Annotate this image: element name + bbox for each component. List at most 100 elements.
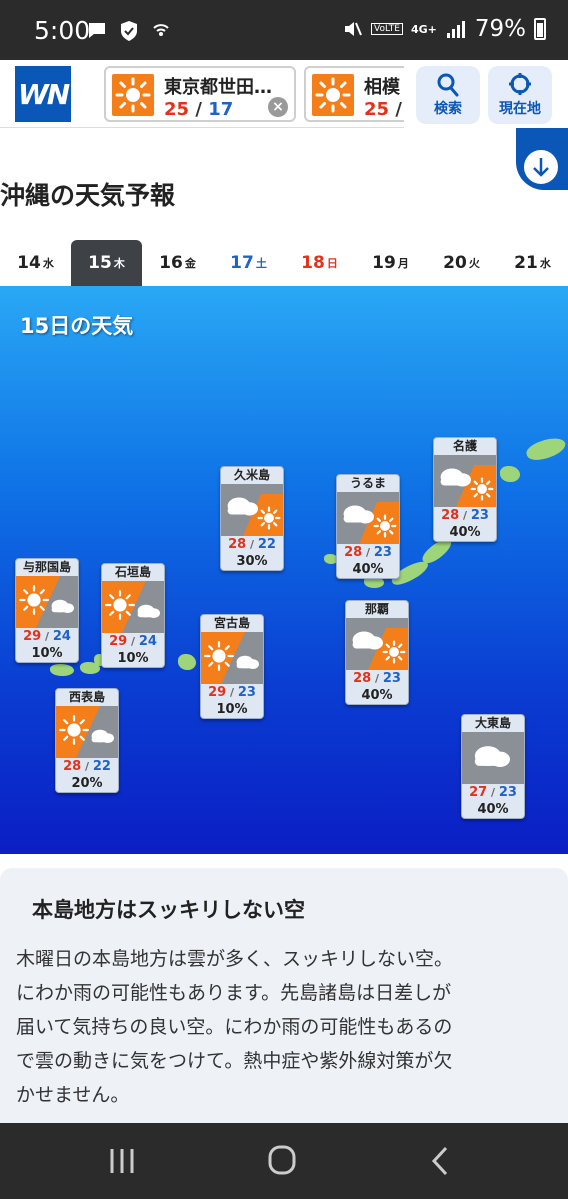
location-temp: 25 / 17 bbox=[164, 99, 234, 120]
tab-day-14[interactable]: 14 水 bbox=[0, 240, 71, 286]
city-name: 与那国島 bbox=[22, 560, 71, 574]
search-button[interactable]: 検索 bbox=[416, 66, 480, 124]
sunny-then-cloudy-icon bbox=[56, 706, 118, 758]
city-low: 22 bbox=[92, 759, 111, 774]
summary-line: で雲の動きに気をつけて。熱中症や紫外線対策が欠 bbox=[16, 1050, 453, 1072]
tab-day-20[interactable]: 20 火 bbox=[426, 240, 497, 286]
island-shape bbox=[500, 466, 520, 482]
mute-icon bbox=[345, 22, 362, 36]
city-name: 名護 bbox=[452, 439, 477, 453]
city-low: 23 bbox=[498, 785, 517, 800]
city-low: 23 bbox=[470, 508, 489, 523]
city-precip-chance: 40% bbox=[449, 525, 481, 540]
city-temperature: 28 / 22 bbox=[56, 758, 118, 775]
tab-day-number: 14 bbox=[17, 253, 41, 273]
city-temperature: 28 / 23 bbox=[337, 544, 399, 561]
map-title: 15日の天気 bbox=[20, 314, 134, 338]
city-precip-chance: 40% bbox=[477, 802, 509, 817]
network-type: 4G+ bbox=[410, 22, 437, 36]
temp-separator: / bbox=[487, 786, 499, 799]
tab-day-of-week: 木 bbox=[113, 257, 125, 270]
city-high: 28 bbox=[228, 537, 247, 552]
temp-separator: / bbox=[246, 538, 258, 551]
city-forecast-card[interactable]: 西表島 28 / 22 20% bbox=[55, 688, 119, 793]
tab-day-number: 19 bbox=[372, 253, 396, 273]
sunny-then-cloudy-icon bbox=[102, 581, 164, 633]
close-icon[interactable]: × bbox=[268, 97, 288, 117]
city-temperature: 28 / 23 bbox=[346, 670, 408, 687]
home-icon[interactable] bbox=[262, 1145, 302, 1177]
temp-separator: / bbox=[81, 760, 93, 773]
tab-day-of-week: 水 bbox=[42, 257, 54, 270]
summary-line: 届いて気持ちの良い空。にわか雨の可能性もあるの bbox=[16, 1016, 453, 1038]
weather-map: 15日の天気 与那国島 29 / 24 10% 石垣島 29 / 24 10% 西表島 28 … bbox=[0, 286, 568, 854]
sunny-icon bbox=[112, 74, 154, 116]
cloudy-icon bbox=[462, 732, 524, 784]
tab-day-19[interactable]: 19 月 bbox=[355, 240, 426, 286]
scroll-down-tab[interactable] bbox=[516, 128, 568, 190]
location-card-sagami[interactable]: 相模 25 / bbox=[304, 66, 414, 122]
city-name: 那覇 bbox=[364, 602, 389, 616]
tab-day-of-week: 水 bbox=[539, 257, 551, 270]
location-low: 17 bbox=[208, 99, 234, 120]
tab-day-of-week: 金 bbox=[184, 257, 196, 270]
cloudy-then-sunny-icon bbox=[434, 455, 496, 507]
tab-day-of-week: 火 bbox=[468, 257, 480, 270]
back-icon[interactable] bbox=[422, 1145, 462, 1177]
city-temperature: 29 / 24 bbox=[102, 633, 164, 650]
location-card-tokyo[interactable]: 東京都世田… 25 / 17 × bbox=[104, 66, 296, 122]
sunny-icon bbox=[312, 74, 354, 116]
city-forecast-card[interactable]: うるま 28 / 23 40% bbox=[336, 474, 400, 579]
city-high: 28 bbox=[353, 671, 372, 686]
city-forecast-card[interactable]: 名護 28 / 23 40% bbox=[433, 437, 497, 542]
city-forecast-card[interactable]: 石垣島 29 / 24 10% bbox=[101, 563, 165, 668]
search-label: 検索 bbox=[434, 101, 462, 117]
day-tabs: 14 水 15 木 16 金 17 土 18 日 19 月 20 火 21 水 bbox=[0, 240, 568, 286]
city-name: 大東島 bbox=[474, 716, 511, 730]
battery-percent: 79% bbox=[474, 16, 526, 42]
city-low: 24 bbox=[138, 634, 157, 649]
tab-day-number: 20 bbox=[443, 253, 467, 273]
tab-day-number: 17 bbox=[230, 253, 254, 273]
city-temperature: 27 / 23 bbox=[462, 784, 524, 801]
tab-day-17[interactable]: 17 土 bbox=[213, 240, 284, 286]
island-shape bbox=[178, 654, 196, 670]
current-location-button[interactable]: 現在地 bbox=[488, 66, 552, 124]
arrow-down-icon bbox=[522, 148, 560, 186]
city-precip-chance: 30% bbox=[236, 554, 268, 569]
city-precip-chance: 10% bbox=[216, 702, 248, 717]
summary-line: 木曜日の本島地方は雲が多く、スッキリしない空。 bbox=[16, 948, 454, 970]
city-high: 28 bbox=[63, 759, 82, 774]
tab-day-18[interactable]: 18 日 bbox=[284, 240, 355, 286]
tab-day-21[interactable]: 21 水 bbox=[497, 240, 568, 286]
forecast-summary: 本島地方はスッキリしない空 木曜日の本島地方は雲が多く、スッキリしない空。 にわ… bbox=[0, 868, 568, 1128]
city-forecast-card[interactable]: 那覇 28 / 23 40% bbox=[345, 600, 409, 705]
island-shape bbox=[50, 664, 74, 676]
shield-check-icon bbox=[121, 21, 137, 41]
cloudy-then-sunny-icon bbox=[221, 484, 283, 536]
city-temperature: 28 / 23 bbox=[434, 507, 496, 524]
current-location-label: 現在地 bbox=[499, 101, 541, 117]
temp-separator: / bbox=[362, 546, 374, 559]
cloudy-then-sunny-icon bbox=[346, 618, 408, 670]
city-forecast-card[interactable]: 宮古島 29 / 23 10% bbox=[200, 614, 264, 719]
sunny-then-cloudy-icon bbox=[16, 576, 78, 628]
wifi-calling-icon bbox=[153, 24, 169, 36]
city-temperature: 29 / 24 bbox=[16, 628, 78, 645]
temp-separator: / bbox=[226, 686, 238, 699]
tab-day-15[interactable]: 15 木 bbox=[71, 240, 142, 286]
recent-apps-icon[interactable] bbox=[102, 1145, 142, 1177]
crosshair-icon bbox=[509, 73, 531, 95]
city-forecast-card[interactable]: 大東島 27 / 23 40% bbox=[461, 714, 525, 819]
tab-day-number: 16 bbox=[159, 253, 183, 273]
city-name: 西表島 bbox=[68, 690, 105, 704]
tab-day-of-week: 日 bbox=[326, 257, 338, 270]
city-forecast-card[interactable]: 与那国島 29 / 24 10% bbox=[15, 558, 79, 663]
tab-day-number: 15 bbox=[88, 253, 112, 273]
city-high: 28 bbox=[344, 545, 363, 560]
wni-logo[interactable]: WN bbox=[15, 66, 71, 122]
city-high: 27 bbox=[469, 785, 488, 800]
city-forecast-card[interactable]: 久米島 28 / 22 30% bbox=[220, 466, 284, 571]
tab-day-16[interactable]: 16 金 bbox=[142, 240, 213, 286]
city-precip-chance: 40% bbox=[352, 562, 384, 577]
